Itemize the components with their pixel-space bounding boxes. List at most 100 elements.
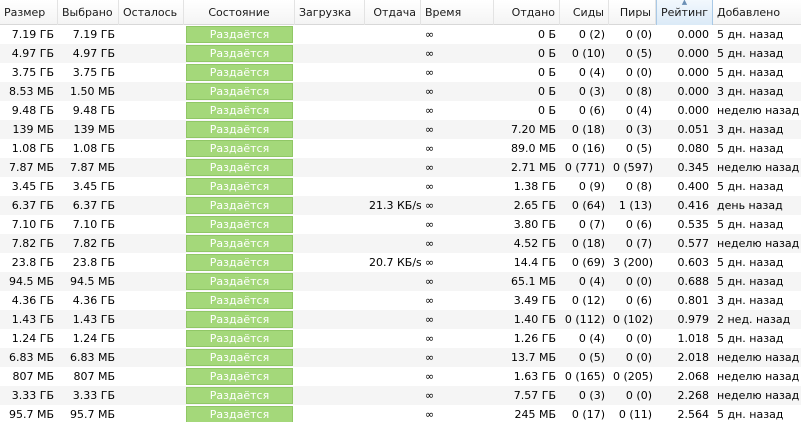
cell-download <box>295 329 365 348</box>
table-row[interactable]: Раздаётся 94.5 МБ 94.5 МБ ∞ 65.1 МБ 0 (4) 0 (0… <box>0 272 801 291</box>
cell-ratio: 0.577 <box>677 237 710 250</box>
cell-status: Раздаётся <box>209 180 270 193</box>
cell-remaining <box>119 367 184 386</box>
cell-remaining <box>119 177 184 196</box>
cell-peers: 0 (6) <box>625 294 652 307</box>
cell-uploaded: 7.20 МБ <box>510 123 556 136</box>
table-row[interactable]: Раздаётся 7.87 МБ 7.87 МБ ∞ 2.71 МБ 0 (771) 0 … <box>0 158 801 177</box>
column-header-row: Размер Выбрано Осталось Состояние Загруз… <box>0 0 801 25</box>
cell-peers: 0 (0) <box>625 28 652 41</box>
cell-time: ∞ <box>425 294 435 307</box>
table-row[interactable]: Раздаётся 7.82 ГБ 7.82 ГБ ∞ 4.52 ГБ 0 (18) 0 (… <box>0 234 801 253</box>
table-row[interactable]: Раздаётся 7.19 ГБ 7.19 ГБ ∞ 0 Б 0 (2) 0 (0) 0.0… <box>0 25 801 44</box>
table-row[interactable]: Раздаётся 1.43 ГБ 1.43 ГБ ∞ 1.40 ГБ 0 (112) 0 … <box>0 310 801 329</box>
cell-seeds: 0 (2) <box>578 28 605 41</box>
cell-added: неделю назад <box>717 161 800 174</box>
cell-uploaded: 13.7 МБ <box>510 351 556 364</box>
cell-selected: 1.08 ГБ <box>72 142 115 155</box>
cell-upload <box>365 158 421 177</box>
cell-added: неделю назад <box>717 351 800 364</box>
cell-download <box>295 367 365 386</box>
cell-added: 5 дн. назад <box>717 66 784 79</box>
cell-time: ∞ <box>425 85 435 98</box>
cell-size: 807 МБ <box>12 370 54 383</box>
column-header-upload[interactable]: Отдача <box>365 0 421 25</box>
cell-size: 95.7 МБ <box>8 408 54 421</box>
cell-download <box>295 253 365 272</box>
cell-selected: 4.36 ГБ <box>72 294 115 307</box>
cell-remaining <box>119 272 184 291</box>
table-row[interactable]: Раздаётся 23.8 ГБ 23.8 ГБ 20.7 КБ/s ∞ 14.4 ГБ… <box>0 253 801 272</box>
cell-uploaded: 89.0 МБ <box>510 142 556 155</box>
cell-selected: 7.19 ГБ <box>72 28 115 41</box>
cell-remaining <box>119 44 184 63</box>
cell-selected: 9.48 ГБ <box>72 104 115 117</box>
cell-time: ∞ <box>425 180 435 193</box>
table-row[interactable]: Раздаётся 139 МБ 139 МБ ∞ 7.20 МБ 0 (18) 0 (3)… <box>0 120 801 139</box>
column-header-ratio[interactable]: ▲ Рейтинг <box>656 0 713 25</box>
cell-peers: 0 (205) <box>613 370 654 383</box>
cell-peers: 0 (597) <box>613 161 654 174</box>
column-header-seeds[interactable]: Сиды <box>560 0 609 25</box>
column-header-remaining[interactable]: Осталось <box>119 0 184 25</box>
cell-ratio: 2.268 <box>677 389 710 402</box>
cell-download <box>295 158 365 177</box>
cell-uploaded: 0 Б <box>537 85 556 98</box>
cell-download <box>295 25 365 44</box>
cell-time: ∞ <box>425 256 435 269</box>
table-row[interactable]: Раздаётся 6.37 ГБ 6.37 ГБ 21.3 КБ/s ∞ 2.65 ГБ… <box>0 196 801 215</box>
cell-time: ∞ <box>425 313 435 326</box>
table-row[interactable]: Раздаётся 1.24 ГБ 1.24 ГБ ∞ 1.26 ГБ 0 (4) 0 (0… <box>0 329 801 348</box>
cell-status: Раздаётся <box>209 161 270 174</box>
table-row[interactable]: Раздаётся 4.97 ГБ 4.97 ГБ ∞ 0 Б 0 (10) 0 (5) 0.… <box>0 44 801 63</box>
cell-ratio: 0.979 <box>677 313 710 326</box>
table-row[interactable]: Раздаётся 807 МБ 807 МБ ∞ 1.63 ГБ 0 (165) 0 (2… <box>0 367 801 386</box>
cell-added: 5 дн. назад <box>717 218 784 231</box>
cell-uploaded: 1.26 ГБ <box>513 332 556 345</box>
table-row[interactable]: Раздаётся 3.45 ГБ 3.45 ГБ ∞ 1.38 ГБ 0 (9) 0 (8… <box>0 177 801 196</box>
cell-status: Раздаётся <box>209 408 270 421</box>
table-row[interactable]: Раздаётся 3.75 ГБ 3.75 ГБ ∞ 0 Б 0 (4) 0 (0) 0.0… <box>0 63 801 82</box>
table-row[interactable]: Раздаётся 3.33 ГБ 3.33 ГБ ∞ 7.57 ГБ 0 (3) 0 (0… <box>0 386 801 405</box>
cell-added: неделю назад <box>717 104 800 117</box>
cell-uploaded: 245 МБ <box>514 408 556 421</box>
cell-size: 6.37 ГБ <box>11 199 54 212</box>
cell-added: 5 дн. назад <box>717 142 784 155</box>
cell-time: ∞ <box>425 161 435 174</box>
cell-peers: 0 (11) <box>618 408 652 421</box>
column-header-size[interactable]: Размер <box>0 0 58 25</box>
column-header-status[interactable]: Состояние <box>184 0 295 25</box>
table-row[interactable]: Раздаётся 9.48 ГБ 9.48 ГБ ∞ 0 Б 0 (6) 0 (4) 0.0… <box>0 101 801 120</box>
table-row[interactable]: Раздаётся 6.83 МБ 6.83 МБ ∞ 13.7 МБ 0 (5) 0 (0… <box>0 348 801 367</box>
column-header-selected[interactable]: Выбрано <box>58 0 119 25</box>
table-row[interactable]: Раздаётся 7.10 ГБ 7.10 ГБ ∞ 3.80 ГБ 0 (7) 0 (6… <box>0 215 801 234</box>
column-header-time[interactable]: Время <box>421 0 494 25</box>
cell-uploaded: 14.4 ГБ <box>513 256 556 269</box>
cell-size: 4.36 ГБ <box>11 294 54 307</box>
column-header-uploaded[interactable]: Отдано <box>494 0 560 25</box>
cell-time: ∞ <box>425 28 435 41</box>
cell-seeds: 0 (18) <box>571 237 605 250</box>
table-row[interactable]: Раздаётся 95.7 МБ 95.7 МБ ∞ 245 МБ 0 (17) 0 (1… <box>0 405 801 422</box>
cell-size: 4.97 ГБ <box>11 47 54 60</box>
cell-download <box>295 139 365 158</box>
cell-ratio: 0.801 <box>677 294 710 307</box>
cell-peers: 1 (13) <box>618 199 652 212</box>
cell-uploaded: 2.71 МБ <box>510 161 556 174</box>
cell-remaining <box>119 329 184 348</box>
table-row[interactable]: Раздаётся 4.36 ГБ 4.36 ГБ ∞ 3.49 ГБ 0 (12) 0 (… <box>0 291 801 310</box>
cell-ratio: 1.018 <box>677 332 710 345</box>
cell-size: 6.83 МБ <box>8 351 54 364</box>
table-row[interactable]: Раздаётся 1.08 ГБ 1.08 ГБ ∞ 89.0 МБ 0 (16) 0 (… <box>0 139 801 158</box>
cell-time: ∞ <box>425 389 435 402</box>
table-row[interactable]: Раздаётся 8.53 МБ 1.50 МБ ∞ 0 Б 0 (3) 0 (8) 0.0… <box>0 82 801 101</box>
cell-upload <box>365 348 421 367</box>
column-header-download[interactable]: Загрузка <box>295 0 365 25</box>
cell-download <box>295 82 365 101</box>
cell-remaining <box>119 25 184 44</box>
column-header-added[interactable]: Добавлено <box>713 0 801 25</box>
column-header-peers[interactable]: Пиры <box>609 0 656 25</box>
cell-seeds: 0 (64) <box>571 199 605 212</box>
cell-status: Раздаётся <box>209 142 270 155</box>
cell-time: ∞ <box>425 408 435 421</box>
